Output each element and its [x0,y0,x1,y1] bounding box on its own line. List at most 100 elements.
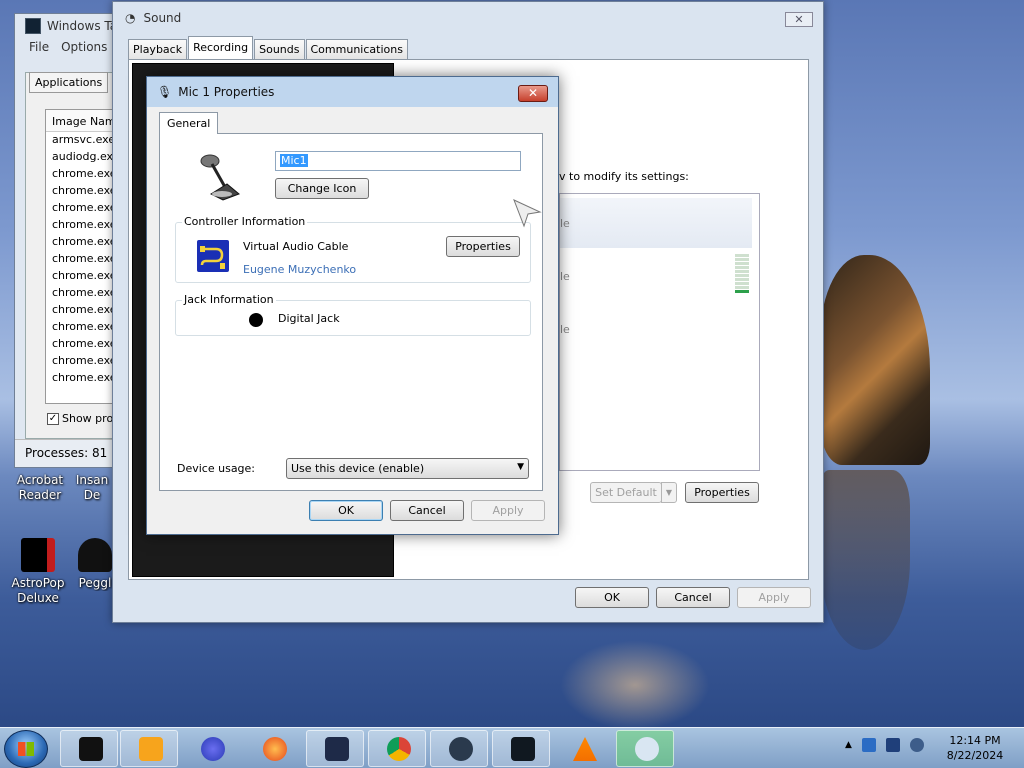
controller-properties-button[interactable]: Properties [446,236,520,257]
vlc-cone-icon [573,737,597,761]
device-status-fragment: le [560,323,570,336]
tab-applications[interactable]: Applications [29,72,109,93]
remote-desktop-icon [325,737,349,761]
tab-recording[interactable]: Recording [188,36,254,59]
desktop-icon-acrobat[interactable]: Acrobat Reader [8,473,72,503]
selected-device-row[interactable] [560,198,752,248]
tab-playback[interactable]: Playback [128,39,188,59]
device-usage-label: Device usage: [177,462,256,475]
level-meter [735,254,749,294]
general-tab-page: Mic1 Change Icon Controller Information … [159,133,543,491]
tab-general[interactable]: General [159,112,219,134]
tray-monitor-icon[interactable] [885,738,900,752]
jack-information-legend: Jack Information [182,293,276,306]
level-meter-segment [735,270,749,273]
taskbar-app-remote-desktop[interactable] [306,730,364,767]
mic-cancel-button[interactable]: Cancel [390,500,464,521]
desktop-icon-peggle[interactable]: Peggl [76,538,114,591]
firefox-icon [263,737,287,761]
recording-device-list[interactable]: le le le [559,193,760,471]
sound-tabs: Playback Recording Sounds Communications [128,36,409,59]
menu-file[interactable]: File [29,40,49,54]
mic-properties-dialog[interactable]: 🎙 Mic 1 Properties ✕ General Mic1 Change… [146,76,559,535]
taskbar-app-black-box[interactable] [60,730,118,767]
mic-apply-button[interactable]: Apply [471,500,545,521]
controller-name: Virtual Audio Cable [243,240,349,253]
clock-time: 12:14 PM [949,734,1001,747]
desktop-icon-label: Peggl [78,576,112,590]
level-meter-segment [735,278,749,281]
black-box-icon [79,737,103,761]
set-default-dropdown-arrow[interactable]: ▼ [661,482,677,503]
waveform-icon [511,737,535,761]
start-button[interactable] [4,730,48,768]
taskbar-app-disc-utility[interactable] [616,730,674,767]
jack-color-dot-icon [249,313,263,327]
desktop-icon-astropop[interactable]: AstroPop Deluxe [6,538,70,606]
desktop-icon-insan[interactable]: Insan De [70,473,114,503]
show-processes-checkbox[interactable]: ✓ Show proc [47,412,119,425]
mic-dialog-title: Mic 1 Properties [178,85,275,99]
disc-icon [635,737,659,761]
firefox-dev-icon [201,737,225,761]
sound-titlebar[interactable]: ◔ Sound [113,2,823,34]
desktop-icon-label: AstroPop Deluxe [11,576,65,605]
device-status-fragment: le [560,270,570,283]
jack-name: Digital Jack [278,312,340,325]
desktop-icon-label: Insan De [75,473,109,502]
taskbar-app-media-player[interactable] [120,730,178,767]
desktop-rock-reflection [820,470,910,650]
mic-ok-button[interactable]: OK [309,500,383,521]
steam-icon [449,737,473,761]
mic-dialog-close-button[interactable]: ✕ [518,85,548,102]
taskbar-app-waveform[interactable] [492,730,550,767]
taskbar: ▲ 12:14 PM 8/22/2024 [0,727,1024,768]
tray-network-icon[interactable] [861,738,876,752]
jack-information-group: Jack Information Digital Jack [175,293,531,336]
change-icon-button[interactable]: Change Icon [275,178,369,199]
level-meter-segment [735,262,749,265]
tab-communications[interactable]: Communications [305,39,408,59]
taskbar-app-chrome[interactable] [368,730,426,767]
taskbar-clock[interactable]: 12:14 PM 8/22/2024 [940,733,1010,763]
mic-dialog-titlebar[interactable]: 🎙 Mic 1 Properties [147,77,558,107]
show-processes-label: Show proc [62,412,120,425]
taskbar-app-vlc[interactable] [554,730,612,767]
level-meter-segment [735,258,749,261]
set-default-button[interactable]: Set Default [590,482,662,503]
chevron-down-icon: ▼ [517,462,524,472]
sound-ok-button[interactable]: OK [575,587,649,608]
level-meter-segment [735,266,749,269]
task-manager-window[interactable]: Windows Tas File Options Applications Pr… [14,13,126,468]
show-hidden-icons-chevron-icon[interactable]: ▲ [845,740,852,750]
sound-close-button[interactable]: ✕ [785,12,813,27]
sound-cancel-button[interactable]: Cancel [656,587,730,608]
system-tray: ▲ [845,738,924,752]
device-properties-button[interactable]: Properties [685,482,759,503]
taskbar-app-firefox[interactable] [244,730,302,767]
level-meter-segment [735,286,749,289]
level-meter-segment [735,274,749,277]
device-usage-selected-value: Use this device (enable) [291,462,425,475]
microphone-icon [200,154,240,201]
taskbar-app-steam[interactable] [430,730,488,767]
microphone-small-icon: 🎙 [157,85,173,99]
speaker-icon: ◔ [125,11,136,25]
astropop-icon [21,538,55,572]
taskbar-app-firefox-dev[interactable] [182,730,240,767]
task-manager-titlebar[interactable]: Windows Tas [15,14,125,38]
tray-volume-icon[interactable] [909,738,924,752]
sound-apply-button[interactable]: Apply [737,587,811,608]
peggle-icon [78,538,112,572]
instruction-text: v to modify its settings: [559,170,689,183]
tab-sounds[interactable]: Sounds [254,39,305,59]
menu-options[interactable]: Options [61,40,107,54]
device-usage-select[interactable]: Use this device (enable) ▼ [286,458,529,479]
desktop-sun-reflection [560,640,710,730]
device-name-input[interactable]: Mic1 [275,151,521,171]
checkbox-checked-icon[interactable]: ✓ [47,412,59,425]
controller-information-legend: Controller Information [182,215,308,228]
level-meter-segment [735,290,749,293]
level-meter-segment [735,282,749,285]
controller-vendor-link[interactable]: Eugene Muzychenko [243,263,356,276]
